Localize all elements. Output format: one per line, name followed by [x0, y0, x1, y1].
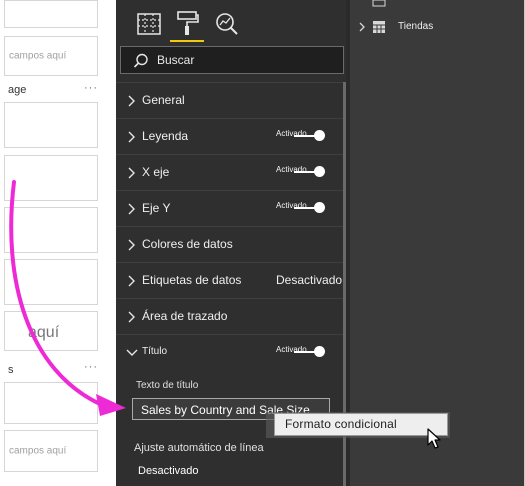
- expand-chevron-icon[interactable]: [358, 22, 366, 32]
- card-general[interactable]: General: [116, 82, 344, 118]
- card-label: Etiquetas de datos: [142, 273, 242, 287]
- card-x-eje[interactable]: X eje Activado: [116, 154, 344, 190]
- card-leyenda[interactable]: Leyenda Activado: [116, 118, 344, 154]
- more-options-icon-2[interactable]: ···: [84, 361, 98, 373]
- card-eje-y[interactable]: Eje Y Activado: [116, 190, 344, 226]
- title-text-label: Texto de título: [136, 380, 199, 391]
- context-menu: Formato condicional: [274, 413, 448, 436]
- paint-roller-icon: [177, 11, 199, 35]
- field-well-5[interactable]: [4, 259, 98, 305]
- chevron-right-icon: [128, 95, 135, 107]
- chevron-right-icon: [128, 203, 135, 215]
- table-icon-partial: [372, 0, 386, 7]
- chevron-right-icon: [128, 167, 135, 179]
- word-wrap-toggle[interactable]: Desactivado: [130, 463, 210, 481]
- field-well-3[interactable]: [4, 155, 98, 201]
- magnifier-chart-icon: [216, 13, 238, 35]
- card-etiquetas-de-datos[interactable]: Etiquetas de datos Desactivado: [116, 262, 344, 298]
- well-section-label-2: s: [8, 364, 14, 376]
- card-label: Leyenda: [142, 129, 189, 143]
- chevron-right-icon: [128, 131, 135, 143]
- toggle-knob[interactable]: [314, 166, 325, 177]
- card-label: General: [142, 93, 185, 107]
- table-grid-icon: [137, 13, 161, 35]
- word-wrap-label: Ajuste automático de línea: [134, 442, 264, 454]
- conditional-formatting-item[interactable]: Formato condicional: [285, 417, 397, 431]
- card-label: Título: [142, 346, 168, 357]
- search-label: Buscar: [157, 53, 195, 67]
- state-text: Desactivado: [276, 273, 343, 287]
- field-well-7[interactable]: [4, 382, 98, 424]
- card-colores-de-datos[interactable]: Colores de datos: [116, 226, 344, 262]
- field-well-2[interactable]: [4, 102, 98, 148]
- table-name-label[interactable]: Tiendas: [398, 21, 433, 32]
- analytics-tab[interactable]: [214, 8, 240, 38]
- visualization-tabbar: [116, 0, 350, 44]
- well-placeholder-3: campos aquí: [9, 445, 67, 457]
- field-well-4[interactable]: [4, 207, 98, 253]
- search-icon: [133, 53, 148, 68]
- table-icon: [373, 21, 385, 33]
- more-options-icon[interactable]: ···: [84, 82, 98, 94]
- toggle-knob[interactable]: [314, 346, 325, 357]
- well-section-label: age: [8, 84, 27, 96]
- card-label: Colores de datos: [142, 237, 233, 251]
- card-label: Eje Y: [142, 201, 171, 215]
- card-area-de-trazado[interactable]: Área de trazado: [116, 298, 344, 334]
- search-input[interactable]: Buscar: [120, 46, 344, 74]
- chevron-right-icon: [128, 239, 135, 251]
- card-label: X eje: [142, 165, 170, 179]
- chevron-down-icon: [126, 349, 138, 356]
- card-label: Área de trazado: [142, 309, 228, 323]
- mouse-cursor-icon: [427, 428, 441, 449]
- chevron-right-icon: [128, 275, 135, 287]
- chevron-right-icon: [128, 311, 135, 323]
- field-wells-pane: campos aquí age ··· aquí s ··· campos aq…: [0, 0, 116, 486]
- card-titulo[interactable]: Título Activado: [116, 334, 344, 370]
- well-placeholder: campos aquí: [9, 50, 67, 62]
- fields-tab[interactable]: [136, 8, 162, 38]
- format-tab[interactable]: [170, 8, 204, 42]
- field-well-top[interactable]: [4, 0, 98, 28]
- field-well-8[interactable]: campos aquí: [4, 430, 98, 472]
- word-wrap-state: Desactivado: [138, 465, 199, 477]
- well-placeholder-large: aquí: [28, 324, 60, 341]
- toggle-knob[interactable]: [314, 130, 325, 141]
- toggle-knob[interactable]: [314, 202, 325, 213]
- field-well-1[interactable]: campos aquí: [4, 36, 98, 76]
